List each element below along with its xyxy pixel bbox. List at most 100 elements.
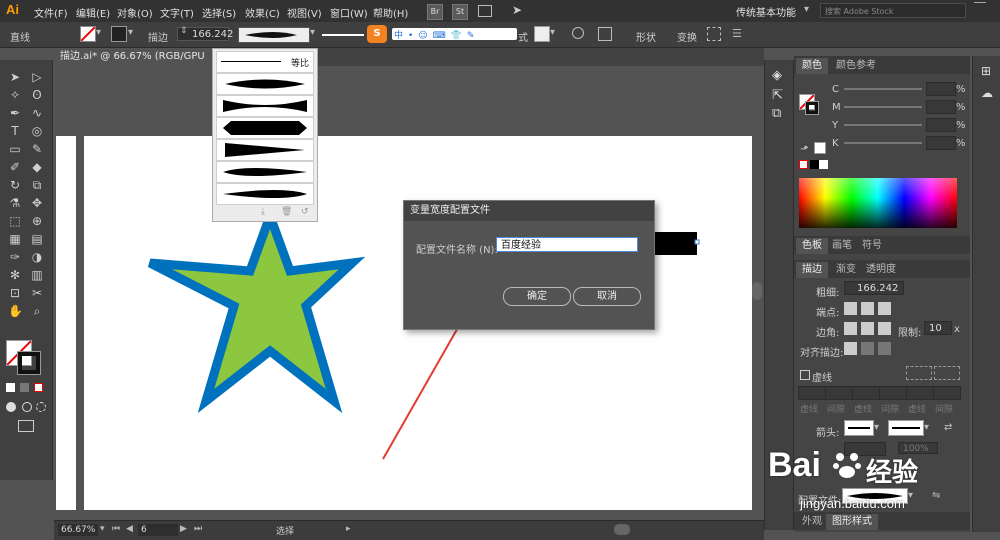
document-tab[interactable]: 描边.ai* @ 66.67% (RGB/GPU 预览) <box>54 48 214 80</box>
channel-m-slider[interactable] <box>844 106 922 108</box>
symbol-sprayer-tool-icon[interactable]: ✻ <box>8 268 22 282</box>
star-shape[interactable] <box>147 202 366 414</box>
draw-normal-icon[interactable] <box>6 402 16 412</box>
last-artboard-icon[interactable]: ⏭ <box>194 524 202 534</box>
align-outside-button[interactable] <box>878 342 891 355</box>
artboard-tool-icon[interactable]: ⊡ <box>8 286 22 300</box>
arrange-documents-icon[interactable] <box>478 5 492 17</box>
arrow-start-chevron-icon[interactable]: ▾ <box>874 422 879 433</box>
gpu-performance-icon[interactable]: ➤ <box>512 3 522 17</box>
artboard-number-input[interactable]: 6 <box>138 524 178 536</box>
bridge-button[interactable]: Br <box>427 4 443 20</box>
menu-view[interactable]: 视图(V) <box>287 5 322 20</box>
dash-input-2[interactable] <box>852 386 880 400</box>
stroke-color-box[interactable] <box>17 351 41 375</box>
lasso-tool-icon[interactable]: ʘ <box>30 88 44 102</box>
minimize-icon[interactable] <box>974 2 986 15</box>
reset-profile-icon[interactable]: ↺ <box>301 207 309 217</box>
type-tool-icon[interactable]: T <box>8 124 22 138</box>
scale-tool-icon[interactable]: ⧉ <box>30 178 44 192</box>
delete-profile-icon[interactable]: 🗑 <box>281 207 292 217</box>
gap-input-3[interactable] <box>933 386 961 400</box>
stroke-dropdown-chevron-icon[interactable]: ▾ <box>128 27 133 38</box>
dash-align-button[interactable] <box>934 366 960 380</box>
eyedropper-tool-icon[interactable]: ✑ <box>8 250 22 264</box>
first-artboard-icon[interactable]: ⏮ <box>112 524 120 534</box>
rotate-tool-icon[interactable]: ↻ <box>8 178 22 192</box>
libraries-icon[interactable]: ☁ <box>981 86 993 100</box>
last-color-swatch[interactable] <box>814 142 826 154</box>
cancel-button[interactable]: 取消 <box>573 287 641 306</box>
menu-object[interactable]: 对象(O) <box>117 5 153 20</box>
curvature-tool-icon[interactable]: ∿ <box>30 106 44 120</box>
puppet-warp-tool-icon[interactable]: ✥ <box>30 196 44 210</box>
pen-tool-icon[interactable]: ✒ <box>8 106 22 120</box>
channel-c-input[interactable] <box>926 82 956 96</box>
menu-edit[interactable]: 编辑(E) <box>76 5 110 20</box>
stock-button[interactable]: St <box>452 4 468 20</box>
paintbrush-tool-icon[interactable]: ✎ <box>30 142 44 156</box>
profile-row-2[interactable] <box>216 95 314 117</box>
brush-definition-preview[interactable] <box>322 34 364 36</box>
status-tool-text[interactable]: 选择 <box>276 524 294 537</box>
gradient-tool-icon[interactable]: ▤ <box>30 232 44 246</box>
ok-button[interactable]: 确定 <box>503 287 571 306</box>
profile-row-4[interactable] <box>216 139 314 161</box>
workspace-switcher[interactable]: 传统基本功能 <box>736 4 796 19</box>
zoom-tool-icon[interactable]: ⌕ <box>30 304 44 318</box>
profile-chevron-icon[interactable]: ▾ <box>310 27 315 38</box>
cube-icon[interactable]: ⬏ <box>800 144 808 155</box>
round-cap-button[interactable] <box>861 302 874 315</box>
weight-input[interactable]: 166.242 <box>844 281 904 295</box>
layers-icon[interactable]: ◈ <box>772 68 782 83</box>
menu-window[interactable]: 窗口(W) <box>330 5 368 20</box>
tab-swatches[interactable]: 色板 <box>796 238 828 254</box>
transform-button[interactable]: 变换 <box>677 29 697 44</box>
bevel-join-button[interactable] <box>878 322 891 335</box>
slice-tool-icon[interactable]: ✂ <box>30 286 44 300</box>
vertical-scrollbar-thumb[interactable] <box>752 282 762 300</box>
profile-row-5[interactable] <box>216 161 314 183</box>
swap-arrows-icon[interactable]: ⇄ <box>944 422 952 433</box>
limit-input[interactable]: 10 <box>924 321 952 335</box>
arrow-start-select[interactable] <box>844 420 874 436</box>
white-color-chip[interactable] <box>819 160 828 169</box>
style-chevron-icon[interactable]: ▾ <box>550 27 555 38</box>
panel-menu-icon[interactable]: ☰ <box>732 27 742 40</box>
spiral-tool-icon[interactable]: ◎ <box>30 124 44 138</box>
color-mode-button[interactable] <box>6 383 15 392</box>
tab-transparency[interactable]: 透明度 <box>860 262 902 278</box>
stroke-swatch[interactable] <box>111 26 127 42</box>
width-tool-icon[interactable]: ⚗ <box>8 196 22 210</box>
black-color-chip[interactable] <box>810 160 819 169</box>
pathfinder-icon[interactable]: ⧉ <box>772 106 781 121</box>
tab-brushes[interactable]: 画笔 <box>826 238 858 254</box>
sogou-ime-icon[interactable]: S <box>367 25 387 43</box>
recolor-artwork-icon[interactable] <box>572 27 584 39</box>
previous-artboard-icon[interactable]: ◀ <box>126 524 133 534</box>
next-artboard-icon[interactable]: ▶ <box>180 524 187 534</box>
profile-row-3[interactable] <box>216 117 314 139</box>
align-center-button[interactable] <box>844 342 857 355</box>
profile-uniform[interactable]: 等比 <box>216 51 314 73</box>
gradient-mode-button[interactable] <box>20 383 29 392</box>
stepper-icon[interactable]: ⇕ <box>180 26 188 36</box>
channel-c-slider[interactable] <box>844 88 922 90</box>
miter-join-button[interactable] <box>844 322 857 335</box>
menu-help[interactable]: 帮助(H) <box>373 5 408 20</box>
fill-dropdown-chevron-icon[interactable]: ▾ <box>96 27 101 38</box>
align-inside-button[interactable] <box>861 342 874 355</box>
butt-cap-button[interactable] <box>844 302 857 315</box>
selected-path-handle[interactable] <box>651 232 697 255</box>
menu-type[interactable]: 文字(T) <box>160 5 194 20</box>
tab-color[interactable]: 颜色 <box>796 58 828 74</box>
magic-wand-tool-icon[interactable]: ✧ <box>8 88 22 102</box>
properties-icon[interactable]: ⊞ <box>981 64 991 78</box>
tab-appearance[interactable]: 外观 <box>796 514 828 530</box>
status-menu-chevron-icon[interactable]: ▸ <box>346 524 351 534</box>
shape-builder-tool-icon[interactable]: ⊕ <box>30 214 44 228</box>
arrow-end-select[interactable] <box>888 420 924 436</box>
channel-y-slider[interactable] <box>844 124 922 126</box>
zoom-chevron-icon[interactable]: ▾ <box>100 524 105 534</box>
isolate-icon[interactable] <box>707 27 721 41</box>
